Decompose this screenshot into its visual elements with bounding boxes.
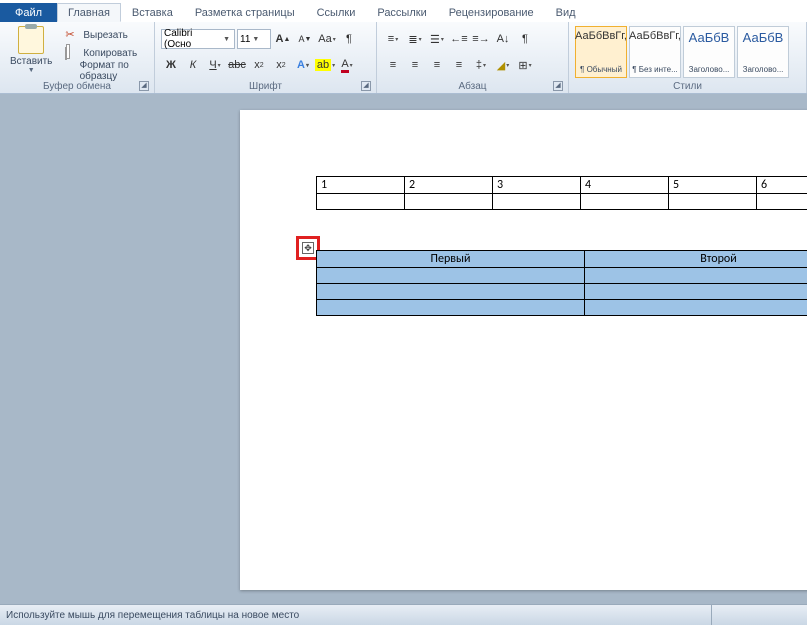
outdent-button[interactable]: ←≡: [449, 29, 469, 49]
move-icon: ✥: [302, 242, 314, 254]
align-center-button[interactable]: ≡: [405, 55, 425, 75]
strike-button[interactable]: abc: [227, 55, 247, 75]
tab-references[interactable]: Ссылки: [306, 3, 367, 22]
clipboard-icon: [18, 26, 44, 54]
t1-cell[interactable]: 4: [581, 177, 669, 194]
italic-button[interactable]: К: [183, 55, 203, 75]
tab-insert[interactable]: Вставка: [121, 3, 184, 22]
sort-button[interactable]: A↓: [493, 29, 513, 49]
font-size-combo[interactable]: 11▼: [237, 29, 271, 49]
t1-cell[interactable]: 6: [757, 177, 807, 194]
grow-font-button[interactable]: A▲: [273, 29, 293, 49]
paste-button[interactable]: Вставить ▼: [4, 24, 58, 74]
tab-view[interactable]: Вид: [545, 3, 587, 22]
tab-home[interactable]: Главная: [57, 3, 121, 22]
ribbon-tabs: Файл Главная Вставка Разметка страницы С…: [0, 0, 807, 22]
style-heading1[interactable]: АаБбВ Заголово...: [683, 26, 735, 78]
table-1[interactable]: 1 2 3 4 5 6: [316, 176, 807, 210]
multilevel-button[interactable]: ☰▾: [427, 29, 447, 49]
t1-cell[interactable]: 2: [405, 177, 493, 194]
dialog-launcher[interactable]: ◢: [553, 81, 563, 91]
align-left-button[interactable]: ≡: [383, 55, 403, 75]
table-2[interactable]: Первый Второй: [316, 250, 807, 316]
subscript-button[interactable]: x2: [249, 55, 269, 75]
format-painter-button[interactable]: Формат по образцу: [62, 62, 148, 80]
justify-button[interactable]: ≡: [449, 55, 469, 75]
font-name-combo[interactable]: Calibri (Осно▼: [161, 29, 235, 49]
tab-mailings[interactable]: Рассылки: [366, 3, 437, 22]
pilcrow-button[interactable]: ¶: [339, 29, 359, 49]
cut-button[interactable]: ✂Вырезать: [62, 26, 148, 44]
numbering-button[interactable]: ≣▾: [405, 29, 425, 49]
style-heading2[interactable]: АаБбВ Заголово...: [737, 26, 789, 78]
page: 1 2 3 4 5 6 ✥ Первый Второй: [240, 110, 807, 590]
bullets-button[interactable]: ≡▾: [383, 29, 403, 49]
t2-header[interactable]: Второй: [585, 251, 807, 268]
font-color-button[interactable]: A▾: [337, 55, 357, 75]
bold-button[interactable]: Ж: [161, 55, 181, 75]
ribbon: Вставить ▼ ✂Вырезать Копировать Формат п…: [0, 22, 807, 94]
borders-button[interactable]: ⊞▾: [515, 55, 535, 75]
copy-icon: [65, 47, 67, 60]
document-canvas[interactable]: 1 2 3 4 5 6 ✥ Первый Второй: [0, 94, 807, 604]
highlight-button[interactable]: ab▾: [315, 55, 335, 75]
superscript-button[interactable]: x2: [271, 55, 291, 75]
show-marks-button[interactable]: ¶: [515, 29, 535, 49]
tab-review[interactable]: Рецензирование: [438, 3, 545, 22]
style-normal[interactable]: АаБбВвГг, ¶ Обычный: [575, 26, 627, 78]
change-case-button[interactable]: Aa▾: [317, 29, 337, 49]
style-no-spacing[interactable]: АаБбВвГг, ¶ Без инте...: [629, 26, 681, 78]
align-right-button[interactable]: ≡: [427, 55, 447, 75]
t1-cell[interactable]: 3: [493, 177, 581, 194]
status-bar: Используйте мышь для перемещения таблицы…: [0, 604, 807, 625]
shrink-font-button[interactable]: A▼: [295, 29, 315, 49]
dialog-launcher[interactable]: ◢: [139, 81, 149, 91]
status-text: Используйте мышь для перемещения таблицы…: [6, 610, 299, 621]
shading-button[interactable]: ◢▾: [493, 55, 513, 75]
t2-header[interactable]: Первый: [317, 251, 585, 268]
t1-cell[interactable]: 5: [669, 177, 757, 194]
scissors-icon: ✂: [65, 28, 79, 42]
underline-button[interactable]: Ч▾: [205, 55, 225, 75]
dialog-launcher[interactable]: ◢: [361, 81, 371, 91]
tab-layout[interactable]: Разметка страницы: [184, 3, 306, 22]
chevron-down-icon: ▼: [28, 67, 35, 74]
tab-file[interactable]: Файл: [0, 3, 57, 22]
t1-cell[interactable]: 1: [317, 177, 405, 194]
indent-button[interactable]: ≡→: [471, 29, 491, 49]
line-spacing-button[interactable]: ‡▾: [471, 55, 491, 75]
text-effects-button[interactable]: A▾: [293, 55, 313, 75]
